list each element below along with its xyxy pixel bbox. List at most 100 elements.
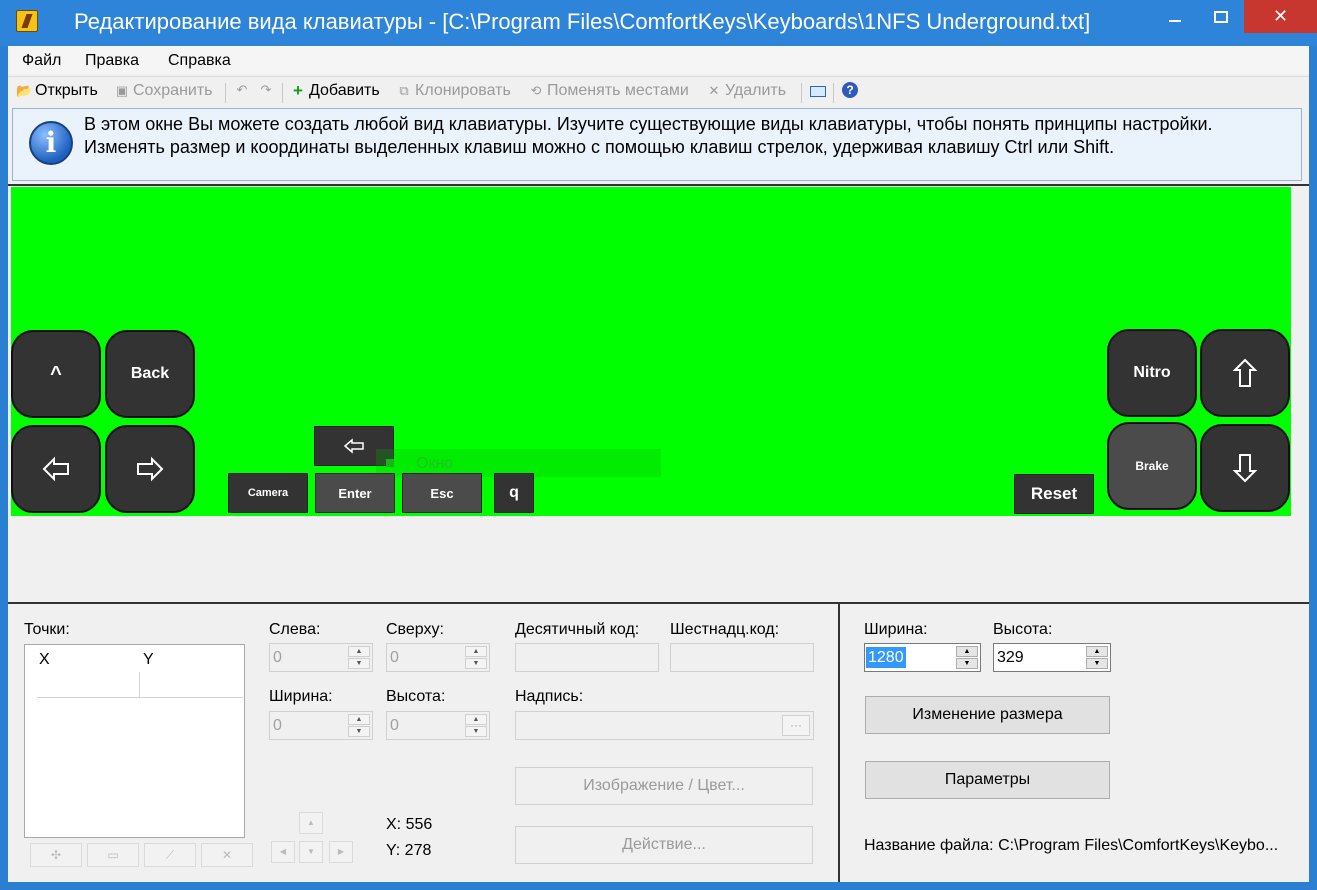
help-icon: ?: [842, 82, 858, 98]
swap-label: Поменять местами: [547, 82, 689, 99]
left-down-button[interactable]: ▼: [348, 658, 370, 669]
top-spinbox[interactable]: 0 ▲ ▼: [386, 643, 490, 672]
keyboard-canvas[interactable]: ^ Back Окно Camera Enter Esc q Reset Nit…: [11, 187, 1291, 516]
column-x-header[interactable]: X: [39, 651, 50, 669]
key-nitro[interactable]: Nitro: [1107, 329, 1197, 417]
top-up-button[interactable]: ▲: [465, 646, 487, 657]
decimal-code-input[interactable]: [515, 643, 659, 672]
remove-point-button[interactable]: ▭: [87, 843, 139, 867]
info-banner: i В этом окне Вы можете создать любой ви…: [12, 108, 1302, 181]
key-back[interactable]: Back: [105, 330, 195, 418]
height-down-button[interactable]: ▼: [465, 726, 487, 737]
key-down-arrow[interactable]: [1200, 424, 1290, 512]
nudge-up-button[interactable]: ▲: [299, 812, 323, 834]
clone-label: Клонировать: [415, 82, 511, 99]
key-reset-label: Reset: [1030, 484, 1078, 503]
left-up-button[interactable]: ▲: [348, 646, 370, 657]
resize-button[interactable]: Изменение размера: [865, 696, 1110, 734]
image-color-button[interactable]: Изображение / Цвет...: [515, 767, 813, 805]
nudge-left-button[interactable]: ◀: [271, 841, 295, 863]
menu-file[interactable]: Файл: [22, 52, 61, 70]
toolbar-separator: [225, 83, 226, 103]
delete-button[interactable]: ✕ Удалить: [706, 82, 787, 100]
key-esc[interactable]: Esc: [402, 473, 482, 513]
canvas-width-label: Ширина:: [864, 621, 928, 638]
action-button[interactable]: Действие...: [515, 826, 813, 864]
key-left-arrow[interactable]: [11, 425, 101, 513]
height-up-button[interactable]: ▲: [465, 714, 487, 725]
title-bar: Редактирование вида клавиатуры - [C:\Pro…: [0, 0, 1317, 46]
arrow-left-icon: [42, 456, 69, 482]
table-row[interactable]: [37, 672, 243, 698]
canvas-width-up-button[interactable]: ▲: [956, 646, 978, 657]
swap-button[interactable]: ⟲ Поменять местами: [528, 82, 689, 100]
top-down-button[interactable]: ▼: [465, 658, 487, 669]
close-button[interactable]: ✕: [1244, 0, 1317, 33]
caret-down-icon: ▼: [307, 847, 315, 856]
menu-help[interactable]: Справка: [168, 52, 231, 70]
menu-edit[interactable]: Правка: [85, 52, 139, 70]
toolbar-separator: [282, 83, 283, 103]
minimize-button[interactable]: [1152, 0, 1198, 33]
nudge-right-button[interactable]: ▶: [329, 841, 353, 863]
key-brake[interactable]: Brake: [1107, 422, 1197, 510]
keyboard-button[interactable]: [810, 86, 826, 97]
column-y-header[interactable]: Y: [143, 651, 154, 669]
arrow-down-icon: [1232, 454, 1258, 483]
key-up-arrow[interactable]: [1200, 329, 1290, 417]
width-down-button[interactable]: ▼: [348, 726, 370, 737]
clear-points-button[interactable]: ✕: [201, 843, 253, 867]
clone-button[interactable]: ⧉ Клонировать: [396, 82, 511, 100]
hex-code-label: Шестнадц.код:: [670, 621, 780, 638]
key-camera[interactable]: Camera: [228, 473, 308, 513]
redo-icon: ↷: [260, 82, 272, 97]
remove-point-icon: ▭: [107, 848, 119, 862]
open-label: Открыть: [35, 82, 98, 99]
key-q[interactable]: q: [494, 473, 534, 513]
key-right-arrow[interactable]: [105, 425, 195, 513]
app-icon[interactable]: [16, 10, 38, 32]
client-area: Файл Правка Справка 📂 Открыть ▣ Сохранит…: [8, 46, 1309, 882]
width-spinbox[interactable]: 0 ▲ ▼: [269, 711, 373, 740]
canvas-width-spinbox[interactable]: 1280 ▲ ▼: [864, 643, 981, 672]
caption-input[interactable]: ···: [515, 711, 814, 740]
canvas-width-down-button[interactable]: ▼: [956, 658, 978, 669]
points-list[interactable]: X Y: [24, 644, 245, 838]
help-button[interactable]: ?: [842, 82, 858, 98]
add-button[interactable]: + Добавить: [290, 82, 380, 100]
curve-point-button[interactable]: ⟋: [144, 843, 196, 867]
delete-x-icon: ✕: [708, 83, 720, 98]
add-label: Добавить: [309, 82, 380, 99]
width-up-button[interactable]: ▲: [348, 714, 370, 725]
maximize-button[interactable]: [1198, 0, 1244, 33]
curve-icon: ⟋: [165, 848, 175, 862]
canvas-height-down-button[interactable]: ▼: [1086, 658, 1108, 669]
key-enter[interactable]: Enter: [315, 473, 395, 513]
hex-code-input[interactable]: [670, 643, 814, 672]
arrow-left-small-icon: [343, 438, 364, 454]
caption-browse-button[interactable]: ···: [782, 715, 810, 736]
undo-icon: ↶: [236, 82, 248, 97]
key-up-caret[interactable]: ^: [11, 330, 101, 418]
key-reset[interactable]: Reset: [1014, 474, 1094, 514]
canvas-height-label: Высота:: [993, 621, 1053, 638]
key-nitro-label: Nitro: [1133, 364, 1171, 381]
key-enter-label: Enter: [338, 485, 372, 501]
caret-right-icon: ▶: [337, 847, 345, 856]
canvas-height-value: 329: [997, 649, 1024, 666]
redo-button[interactable]: ↷: [258, 82, 274, 98]
undo-button[interactable]: ↶: [234, 82, 250, 98]
nudge-down-button[interactable]: ▼: [299, 841, 323, 863]
arrow-up-icon: [1232, 358, 1258, 387]
parameters-button[interactable]: Параметры: [865, 761, 1110, 799]
left-spinbox[interactable]: 0 ▲ ▼: [269, 643, 373, 672]
height-spinbox[interactable]: 0 ▲ ▼: [386, 711, 490, 740]
canvas-height-spinbox[interactable]: 329 ▲ ▼: [993, 643, 1111, 672]
add-point-button[interactable]: ✣: [30, 843, 82, 867]
canvas-height-up-button[interactable]: ▲: [1086, 646, 1108, 657]
top-value: 0: [390, 649, 399, 666]
add-point-icon: ✣: [50, 848, 62, 862]
open-button[interactable]: 📂 Открыть: [16, 82, 98, 100]
save-button[interactable]: ▣ Сохранить: [114, 82, 213, 100]
minimize-icon: [1169, 20, 1181, 23]
